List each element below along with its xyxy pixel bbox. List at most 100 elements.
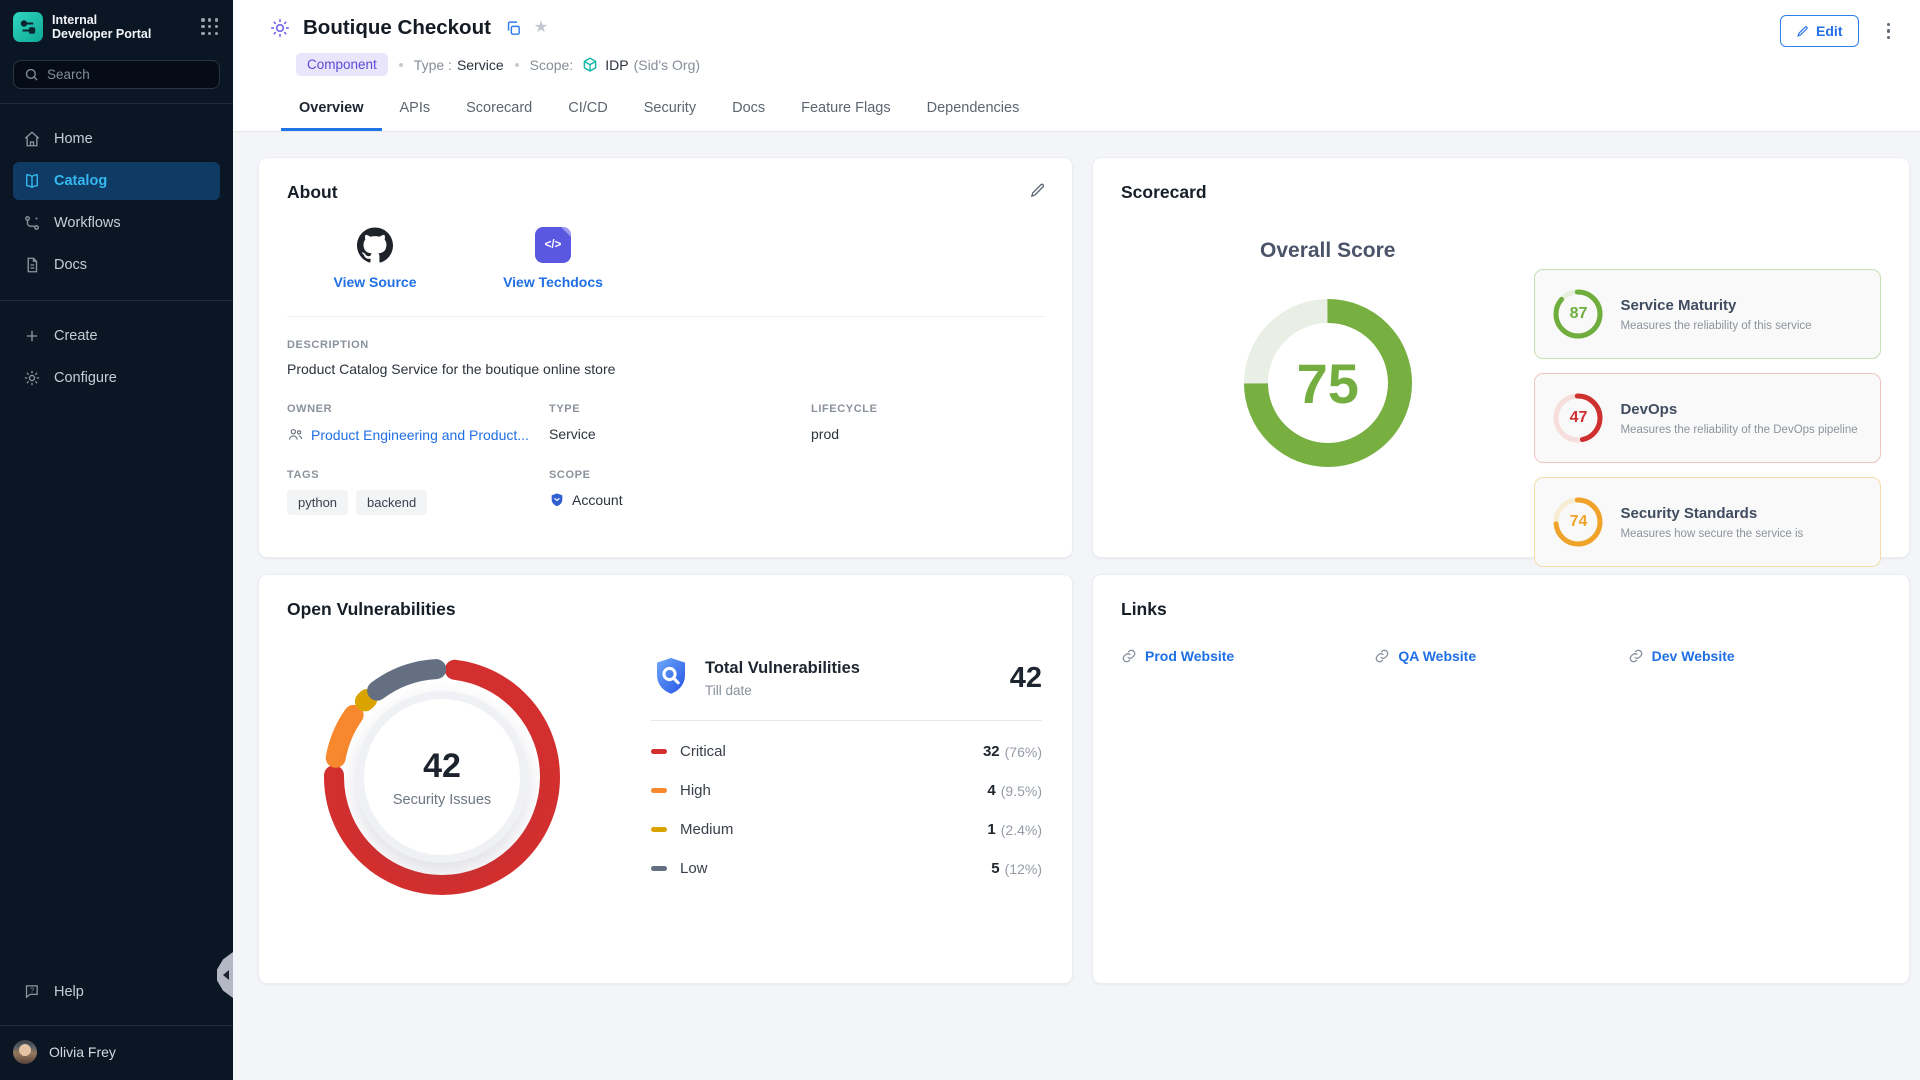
account-shield-icon [549, 492, 565, 508]
search-icon [24, 67, 39, 82]
sidebar-item-configure[interactable]: Configure [13, 359, 220, 397]
overall-score-value: 75 [1232, 287, 1424, 479]
legend-swatch [651, 827, 667, 832]
overview-content: About View Source </> View Techdocs DESC… [233, 132, 1920, 984]
dot-separator [399, 63, 403, 67]
tab-apis[interactable]: APIs [382, 90, 449, 131]
sidebar-item-label: Home [54, 131, 93, 147]
owner-label: OWNER [287, 403, 549, 415]
tag-python[interactable]: python [287, 490, 348, 515]
scope-label: Scope: [530, 57, 574, 73]
link-qa-website[interactable]: QA Website [1374, 648, 1627, 664]
score-description: Measures the reliability of the DevOps p… [1620, 424, 1857, 436]
link-icon [1374, 648, 1390, 664]
type-field-label: TYPE [549, 403, 811, 415]
security-issues-count: 42 [423, 747, 461, 786]
tab-feature-flags[interactable]: Feature Flags [783, 90, 908, 131]
pencil-icon [1796, 25, 1809, 38]
tag-backend[interactable]: backend [356, 490, 427, 515]
sidebar-item-docs[interactable]: Docs [13, 246, 220, 284]
legend-swatch [651, 788, 667, 793]
type-field-value: Service [549, 426, 811, 442]
techdocs-icon: </> [535, 227, 571, 263]
view-techdocs-link[interactable]: </> View Techdocs [487, 227, 619, 290]
app-title: Internal Developer Portal [52, 13, 200, 41]
cube-icon [581, 56, 599, 74]
app-switcher-icon[interactable] [200, 17, 220, 37]
sidebar-item-label: Configure [54, 370, 117, 386]
main-area: Boutique Checkout ★ Edit Component Type … [233, 0, 1920, 1080]
github-icon [357, 227, 393, 263]
sidebar-divider [0, 300, 233, 301]
edit-button[interactable]: Edit [1780, 15, 1858, 47]
view-source-link[interactable]: View Source [309, 227, 441, 290]
sidebar-bottom: ? Help Olivia Frey [0, 971, 233, 1080]
tab-security[interactable]: Security [626, 90, 714, 131]
sidebar-item-catalog[interactable]: Catalog [13, 162, 220, 200]
sidebar-divider [0, 1025, 233, 1026]
scorecard-item-service-maturity[interactable]: 87 Service Maturity Measures the reliabi… [1534, 269, 1881, 359]
scorecard-item-security-standards[interactable]: 74 Security Standards Measures how secur… [1534, 477, 1881, 567]
sidebar-item-help[interactable]: ? Help [13, 973, 220, 1011]
sidebar-item-label: Create [54, 328, 98, 344]
tags-label: TAGS [287, 469, 549, 481]
link-icon [1121, 648, 1137, 664]
scope-value: IDP [605, 57, 628, 73]
search-input[interactable] [47, 67, 187, 82]
user-name: Olivia Frey [49, 1044, 116, 1060]
chevron-left-icon [223, 970, 229, 980]
vulnerabilities-donut: 42 Security Issues [321, 656, 563, 898]
links-card: Links Prod Website QA Website Dev Websit… [1092, 574, 1910, 984]
link-prod-website[interactable]: Prod Website [1121, 648, 1374, 664]
lifecycle-value: prod [811, 426, 1044, 442]
legend-row-critical: Critical 32 (76%) [651, 743, 1042, 760]
total-vulnerabilities-title: Total Vulnerabilities [705, 659, 860, 678]
tab-docs[interactable]: Docs [714, 90, 783, 131]
about-edit-button[interactable] [1029, 182, 1046, 199]
scope-field-value: Account [572, 492, 623, 508]
score-value: 74 [1551, 495, 1605, 549]
scorecard-item-devops[interactable]: 47 DevOps Measures the reliability of th… [1534, 373, 1881, 463]
people-icon [287, 426, 304, 443]
tab-cicd[interactable]: CI/CD [550, 90, 625, 131]
score-value: 47 [1551, 391, 1605, 445]
dot-separator [515, 63, 519, 67]
sidebar-item-home[interactable]: Home [13, 120, 220, 158]
score-title: Service Maturity [1620, 297, 1811, 314]
scope-field-label: SCOPE [549, 469, 811, 481]
overall-score-donut: 75 [1232, 287, 1424, 479]
score-gauge: 87 [1551, 287, 1605, 341]
tab-overview[interactable]: Overview [281, 90, 382, 131]
lifecycle-label: LIFECYCLE [811, 403, 1044, 415]
score-value: 87 [1551, 287, 1605, 341]
tab-dependencies[interactable]: Dependencies [909, 90, 1038, 131]
user-menu[interactable]: Olivia Frey [0, 1030, 233, 1066]
legend-row-low: Low 5 (12%) [651, 860, 1042, 877]
home-icon [23, 130, 41, 148]
sidebar: Internal Developer Portal Home Catalog W… [0, 0, 233, 1080]
sidebar-item-label: Workflows [54, 215, 121, 231]
score-gauge: 47 [1551, 391, 1605, 445]
total-vulnerabilities-subtitle: Till date [705, 683, 860, 698]
legend-row-high: High 4 (9.5%) [651, 782, 1042, 799]
about-heading: About [287, 182, 1044, 203]
link-dev-website[interactable]: Dev Website [1628, 648, 1881, 664]
sidebar-search[interactable] [13, 60, 220, 89]
score-title: DevOps [1620, 401, 1857, 418]
sidebar-item-workflows[interactable]: Workflows [13, 204, 220, 242]
tab-scorecard[interactable]: Scorecard [448, 90, 550, 131]
docs-icon [23, 256, 41, 274]
divider [287, 316, 1044, 317]
sidebar-item-create[interactable]: Create [13, 317, 220, 355]
score-description: Measures how secure the service is [1620, 528, 1803, 540]
copy-button[interactable] [505, 20, 522, 37]
plus-icon [23, 327, 41, 345]
more-options-button[interactable] [1883, 19, 1895, 44]
link-icon [1628, 648, 1644, 664]
help-icon: ? [23, 983, 41, 1001]
star-button[interactable]: ★ [534, 20, 548, 36]
security-issues-label: Security Issues [393, 792, 491, 808]
type-value: Service [457, 57, 504, 73]
owner-link[interactable]: Product Engineering and Product... [311, 427, 529, 443]
page-header: Boutique Checkout ★ Edit Component Type … [233, 0, 1920, 132]
